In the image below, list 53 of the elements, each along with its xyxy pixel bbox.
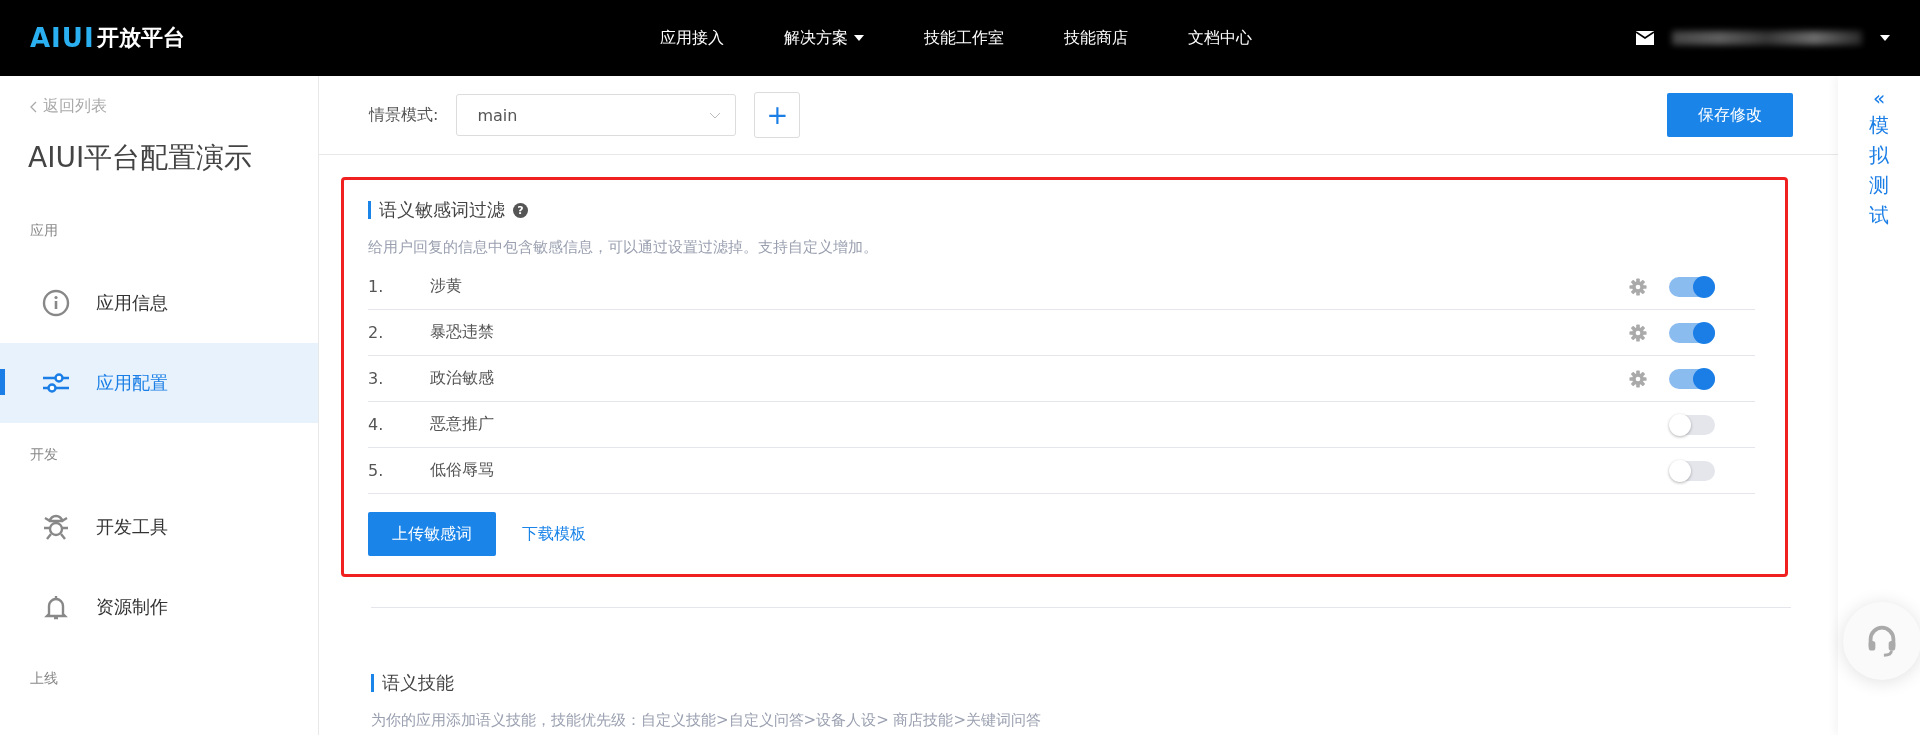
- logo-mark[interactable]: AIUI: [30, 23, 95, 53]
- chevron-down-icon: [709, 111, 722, 119]
- bell-icon: [42, 593, 70, 621]
- nav-link[interactable]: 应用接入: [630, 27, 754, 49]
- logo-text[interactable]: 开放平台: [96, 23, 185, 53]
- toggle-switch[interactable]: [1669, 460, 1715, 481]
- group-label: 开发: [29, 445, 59, 464]
- mail-icon[interactable]: [1636, 31, 1654, 45]
- upload-button[interactable]: 上传敏感词: [368, 512, 496, 556]
- caret-icon[interactable]: [1880, 35, 1890, 41]
- add-button[interactable]: +: [754, 92, 801, 138]
- section-title: 语义敏感词过滤: [368, 201, 505, 219]
- sidebar-item[interactable]: 应用配置: [0, 343, 318, 423]
- toggle-switch[interactable]: [1669, 368, 1715, 389]
- filter-name: 恶意推广: [430, 414, 495, 435]
- row-index: 1.: [368, 277, 385, 296]
- group-label: 应用: [29, 221, 59, 240]
- toggle-switch[interactable]: [1669, 276, 1715, 297]
- section-description: 为你的应用添加语义技能，技能优先级：自定义技能>自定义问答>设备人设> 商店技能>关键词问答: [371, 709, 1043, 731]
- row-index: 2.: [368, 323, 385, 342]
- info-icon: [42, 289, 70, 317]
- section-description: 给用户回复的信息中包含敏感信息，可以通过设置过滤掉。支持自定义增加。: [368, 236, 879, 258]
- simulation-test-tab[interactable]: « 模拟测试: [1869, 76, 1889, 230]
- group-label: 上线: [29, 669, 59, 688]
- row-index: 4.: [368, 415, 385, 434]
- download-link[interactable]: 下载模板: [522, 523, 586, 545]
- filter-name: 暴恐违禁: [430, 322, 495, 343]
- toggle-switch[interactable]: [1669, 414, 1715, 435]
- app-title: AIUI平台配置演示: [27, 140, 254, 176]
- row-index: 3.: [368, 369, 385, 388]
- sidebar-item[interactable]: 应用信息: [0, 263, 318, 343]
- settings-icon[interactable]: [1629, 323, 1647, 342]
- filter-name: 政治敏感: [430, 368, 495, 389]
- bug-icon: [42, 513, 70, 541]
- mode-label: 情景模式:: [369, 104, 439, 126]
- settings-icon[interactable]: [1629, 369, 1647, 388]
- sidebar-item[interactable]: 开发工具: [0, 487, 318, 567]
- filter-name: 涉黄: [430, 276, 463, 297]
- nav-link[interactable]: 解决方案: [754, 27, 894, 49]
- filter-name: 低俗辱骂: [430, 460, 495, 481]
- toggle-switch[interactable]: [1669, 322, 1715, 343]
- mode-select[interactable]: main: [456, 94, 737, 136]
- caret-icon: [854, 35, 864, 41]
- chevron-left-icon: [30, 100, 37, 113]
- row-index: 5.: [368, 461, 385, 480]
- nav-link[interactable]: 技能工作室: [894, 27, 1034, 49]
- save-button[interactable]: 保存修改: [1667, 93, 1793, 137]
- sidebar-item[interactable]: 资源制作: [0, 567, 318, 647]
- help-icon[interactable]: ?: [513, 202, 528, 218]
- nav-link[interactable]: 技能商店: [1034, 27, 1158, 49]
- nav-link[interactable]: 文档中心: [1158, 27, 1282, 49]
- section-title: 语义技能: [371, 674, 454, 692]
- settings-icon[interactable]: [1629, 277, 1647, 296]
